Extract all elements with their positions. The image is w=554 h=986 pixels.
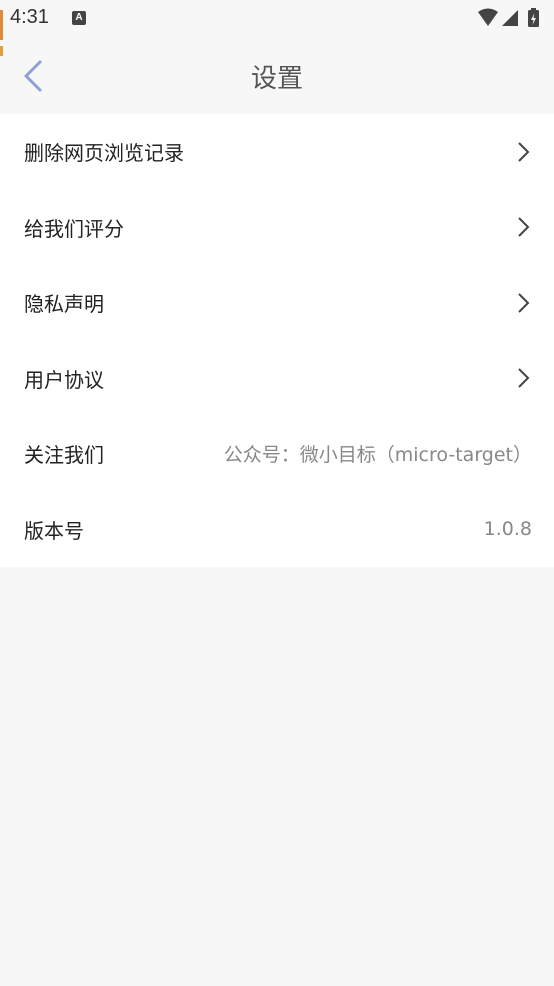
settings-item-privacy[interactable]: 隐私声明 (0, 265, 554, 341)
settings-item-user-agreement[interactable]: 用户协议 (0, 341, 554, 417)
settings-item-follow-us[interactable]: 关注我们 公众号：微小目标（micro-target） (0, 416, 554, 492)
settings-item-clear-history[interactable]: 删除网页浏览记录 (0, 114, 554, 190)
left-edge-artifact (0, 10, 3, 40)
settings-item-label: 版本号 (24, 518, 84, 543)
page-title: 设置 (250, 64, 303, 94)
wifi-icon (478, 8, 498, 26)
settings-list: 删除网页浏览记录 给我们评分 隐私声明 用户协议 关注我们 公众号：微小目标（m… (0, 114, 554, 567)
chevron-right-icon (518, 217, 530, 237)
app-header: 设置 (0, 38, 554, 114)
chevron-right-icon (518, 142, 530, 162)
settings-item-value: 公众号：微小目标（micro-target） (223, 444, 532, 467)
settings-item-label: 删除网页浏览记录 (24, 141, 184, 166)
notification-app-icon: A (72, 11, 86, 25)
chevron-right-icon (518, 293, 530, 313)
settings-item-label: 隐私声明 (24, 292, 104, 317)
settings-item-label: 给我们评分 (24, 216, 124, 241)
settings-item-rate-us[interactable]: 给我们评分 (0, 190, 554, 266)
settings-item-version: 版本号 1.0.8 (0, 492, 554, 568)
chevron-right-icon (518, 368, 530, 388)
settings-item-value: 1.0.8 (483, 518, 532, 541)
signal-icon (502, 10, 518, 26)
status-bar: 4:31 A (0, 0, 554, 38)
battery-icon (528, 8, 539, 27)
settings-item-label: 用户协议 (24, 367, 104, 392)
status-time: 4:31 (10, 6, 49, 28)
settings-item-label: 关注我们 (24, 443, 104, 468)
left-edge-artifact (0, 46, 3, 56)
status-indicators (476, 8, 546, 30)
